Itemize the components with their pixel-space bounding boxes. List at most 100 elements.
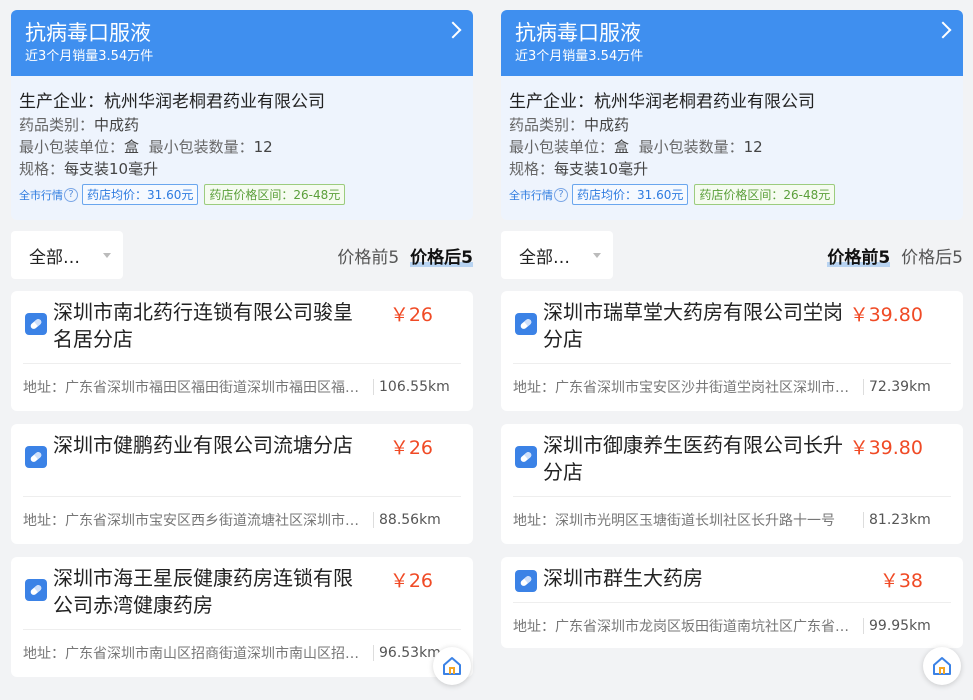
unit-label: 最小包装单位：: [509, 138, 615, 156]
drug-sales: 近3个月销量3.54万件: [25, 49, 154, 64]
drug-sales: 近3个月销量3.54万件: [515, 49, 644, 64]
unit-label: 最小包装单位：: [19, 138, 125, 156]
tab-price-bottom5[interactable]: 价格后5: [410, 243, 473, 268]
spec-value: 每支装10毫升: [554, 160, 649, 178]
pill-icon: [515, 313, 537, 335]
spec-label: 规格：: [509, 160, 555, 178]
drug-name: 抗病毒口服液: [25, 21, 151, 45]
store-top: 深圳市御康养生医药有限公司长升分店 ￥39.80: [513, 424, 951, 496]
qty-value: 12: [253, 138, 273, 156]
store-address: 地址：广东省深圳市宝安区西乡街道流塘社区深圳市宝安区西乡街道流塘社区: [23, 512, 370, 529]
unit-value: 盒: [124, 138, 140, 156]
qty-value: 12: [743, 138, 763, 156]
drug-info-card: 抗病毒口服液 近3个月销量3.54万件 生产企业：杭州华润老桐君药业有限公司 药…: [501, 10, 963, 220]
manufacturer-value: 杭州华润老桐君药业有限公司: [104, 92, 325, 112]
drug-category: 药品类别：中成药: [19, 114, 465, 136]
package-info: 最小包装单位：盒 最小包装数量：12: [19, 136, 465, 158]
store-distance: 99.95km: [863, 617, 931, 634]
caret-down-icon: [593, 253, 601, 258]
market-row: 全市行情 ? 药店均价：31.60元 药店价格区间：26-48元: [19, 184, 465, 205]
category-label: 药品类别：: [19, 116, 95, 134]
pill-icon: [25, 446, 47, 468]
drug-header[interactable]: 抗病毒口服液 近3个月销量3.54万件: [501, 10, 963, 76]
qty-label: 最小包装数量：: [638, 138, 744, 156]
pill-icon: [25, 313, 47, 335]
store-price: ￥39.80: [849, 304, 923, 326]
store-address-row: 地址：广东省深圳市福田区福田街道深圳市福田区福田路与福民路交汇处皇名居 106.…: [23, 363, 461, 409]
drug-category: 药品类别：中成药: [509, 114, 955, 136]
store-address-row: 地址：广东省深圳市龙岗区坂田街道南坑社区广东省深圳市龙岗区坂田街道 99.95k…: [513, 602, 951, 648]
avg-price-tag: 药店均价：31.60元: [572, 184, 689, 205]
home-button[interactable]: [433, 647, 471, 685]
store-distance: 72.39km: [863, 378, 931, 395]
store-card[interactable]: 深圳市南北药行连锁有限公司骏皇名居分店 ￥26 地址：广东省深圳市福田区福田街道…: [11, 291, 473, 411]
tab-price-top5[interactable]: 价格前5: [337, 243, 399, 268]
store-address: 地址：广东省深圳市福田区福田街道深圳市福田区福田路与福民路交汇处皇名居: [23, 379, 370, 396]
store-price: ￥38: [879, 570, 923, 592]
region-select[interactable]: 全部…: [11, 231, 123, 279]
store-distance: 81.23km: [863, 511, 931, 528]
store-card[interactable]: 深圳市海王星辰健康药房连锁有限公司赤湾健康药房 ￥26 地址：广东省深圳市南山区…: [11, 557, 473, 677]
drug-spec: 规格：每支装10毫升: [19, 158, 465, 180]
store-address-row: 地址：广东省深圳市南山区招商街道深圳市南山区招商街道赤湾社区 96.53km: [23, 629, 461, 675]
unit-value: 盒: [614, 138, 630, 156]
store-distance: 106.55km: [373, 378, 450, 395]
drug-details: 生产企业：杭州华润老桐君药业有限公司 药品类别：中成药 最小包装单位：盒 最小包…: [11, 76, 473, 205]
tab-price-top5[interactable]: 价格前5: [827, 243, 890, 268]
pill-icon: [515, 446, 537, 468]
region-select[interactable]: 全部…: [501, 231, 613, 279]
manufacturer-label: 生产企业：: [509, 92, 594, 112]
store-list: 深圳市南北药行连锁有限公司骏皇名居分店 ￥26 地址：广东省深圳市福田区福田街道…: [11, 291, 473, 677]
spec-label: 规格：: [19, 160, 65, 178]
question-icon[interactable]: ?: [554, 187, 568, 202]
home-icon: [443, 657, 461, 675]
store-top: 深圳市健鹏药业有限公司流塘分店 ￥26: [23, 424, 461, 496]
store-name: 深圳市健鹏药业有限公司流塘分店: [53, 433, 353, 457]
store-address-row: 地址：深圳市光明区玉塘街道长圳社区长升路十一号 81.23km: [513, 496, 951, 542]
store-top: 深圳市海王星辰健康药房连锁有限公司赤湾健康药房 ￥26: [23, 557, 461, 629]
drug-spec: 规格：每支装10毫升: [509, 158, 955, 180]
store-name: 深圳市御康养生医药有限公司长升分店: [543, 433, 843, 484]
store-address: 地址：深圳市光明区玉塘街道长圳社区长升路十一号: [513, 512, 835, 529]
package-info: 最小包装单位：盒 最小包装数量：12: [509, 136, 955, 158]
store-price: ￥39.80: [849, 437, 923, 459]
home-icon: [933, 657, 951, 675]
category-label: 药品类别：: [509, 116, 585, 134]
qty-label: 最小包装数量：: [148, 138, 254, 156]
price-range-tag: 药店价格区间：26-48元: [204, 184, 346, 205]
price-range-tag: 药店价格区间：26-48元: [694, 184, 836, 205]
store-name: 深圳市海王星辰健康药房连锁有限公司赤湾健康药房: [53, 566, 353, 617]
store-address-row: 地址：广东省深圳市宝安区西乡街道流塘社区深圳市宝安区西乡街道流塘社区 88.56…: [23, 496, 461, 542]
filter-row: 全部… 价格前5 价格后5: [11, 231, 473, 279]
store-card[interactable]: 深圳市御康养生医药有限公司长升分店 ￥39.80 地址：深圳市光明区玉塘街道长圳…: [501, 424, 963, 544]
home-button[interactable]: [923, 647, 961, 685]
store-address-row: 地址：广东省深圳市宝安区沙井街道坣岗社区深圳市宝安区沙井街道坣岗社区 72.39…: [513, 363, 951, 409]
store-price: ￥26: [389, 304, 433, 326]
tab-price-bottom5[interactable]: 价格后5: [901, 243, 963, 268]
store-address: 地址：广东省深圳市南山区招商街道深圳市南山区招商街道赤湾社区: [23, 645, 370, 662]
store-price: ￥26: [389, 437, 433, 459]
manufacturer-label: 生产企业：: [19, 92, 104, 112]
store-name: 深圳市群生大药房: [543, 566, 703, 590]
sort-tabs: 价格前5 价格后5: [816, 243, 963, 268]
filter-row: 全部… 价格前5 价格后5: [501, 231, 963, 279]
drug-info-card: 抗病毒口服液 近3个月销量3.54万件 生产企业：杭州华润老桐君药业有限公司 药…: [11, 10, 473, 220]
store-card[interactable]: 深圳市群生大药房 ￥38 地址：广东省深圳市龙岗区坂田街道南坑社区广东省深圳市龙…: [501, 557, 963, 648]
manufacturer: 生产企业：杭州华润老桐君药业有限公司: [19, 90, 465, 114]
manufacturer: 生产企业：杭州华润老桐君药业有限公司: [509, 90, 955, 114]
store-card[interactable]: 深圳市瑞草堂大药房有限公司坣岗分店 ￥39.80 地址：广东省深圳市宝安区沙井街…: [501, 291, 963, 411]
store-card[interactable]: 深圳市健鹏药业有限公司流塘分店 ￥26 地址：广东省深圳市宝安区西乡街道流塘社区…: [11, 424, 473, 544]
caret-down-icon: [103, 253, 111, 258]
market-label: 全市行情: [509, 188, 553, 202]
drug-header[interactable]: 抗病毒口服液 近3个月销量3.54万件: [11, 10, 473, 76]
store-top: 深圳市南北药行连锁有限公司骏皇名居分店 ￥26: [23, 291, 461, 363]
question-icon[interactable]: ?: [64, 187, 78, 202]
avg-price-tag: 药店均价：31.60元: [82, 184, 199, 205]
drug-panel-right: 抗病毒口服液 近3个月销量3.54万件 生产企业：杭州华润老桐君药业有限公司 药…: [501, 10, 963, 700]
drug-details: 生产企业：杭州华润老桐君药业有限公司 药品类别：中成药 最小包装单位：盒 最小包…: [501, 76, 963, 205]
manufacturer-value: 杭州华润老桐君药业有限公司: [594, 92, 815, 112]
region-select-value: 全部…: [519, 248, 570, 268]
region-select-value: 全部…: [29, 248, 80, 268]
store-top: 深圳市群生大药房 ￥38: [513, 557, 951, 602]
store-distance: 96.53km: [373, 644, 441, 661]
